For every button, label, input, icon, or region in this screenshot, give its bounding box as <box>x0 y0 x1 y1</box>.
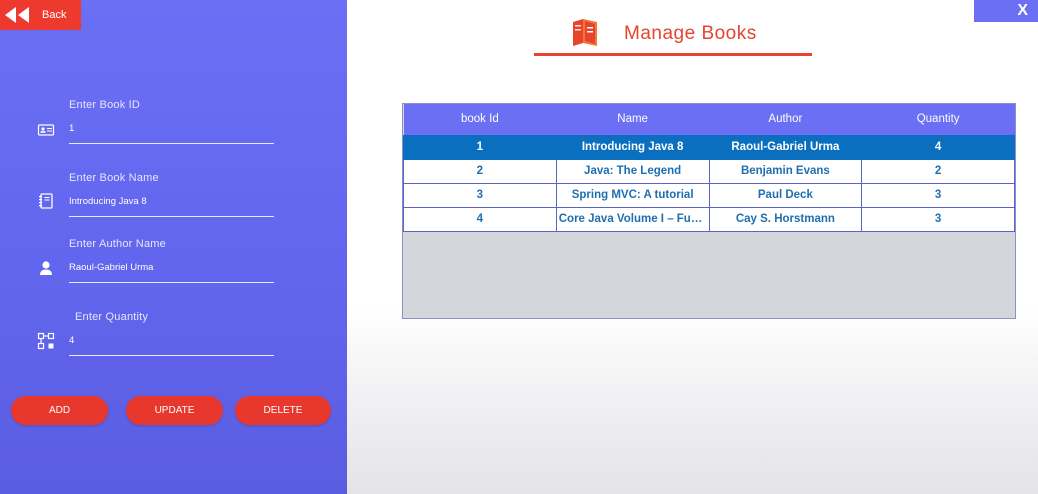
books-icon <box>573 19 597 46</box>
book-id-underline <box>69 143 274 144</box>
form-panel: Back Enter Book ID Enter Book Name <box>0 0 347 494</box>
author-name-underline <box>69 282 274 283</box>
cell-author: Benjamin Evans <box>708 158 863 184</box>
cell-name: Spring MVC: A tutorial <box>555 182 710 208</box>
cell-quantity: 3 <box>861 182 1015 208</box>
book-icon <box>39 193 53 209</box>
book-name-underline <box>69 216 274 217</box>
cell-book-id: 4 <box>403 206 557 232</box>
column-header-quantity[interactable]: Quantity <box>861 104 1015 135</box>
person-icon <box>40 261 52 275</box>
cell-quantity: 2 <box>861 158 1015 184</box>
cell-book-id: 3 <box>403 182 557 208</box>
table-row[interactable]: 2 Java: The Legend Benjamin Evans 2 <box>403 158 1015 184</box>
cell-name: Core Java Volume I – Fun... <box>555 206 710 232</box>
title-underline <box>534 53 812 56</box>
quantity-icon <box>37 332 55 350</box>
column-header-author[interactable]: Author <box>709 104 862 135</box>
cell-quantity: 3 <box>861 206 1015 232</box>
back-button[interactable]: Back <box>0 0 81 30</box>
quantity-input[interactable] <box>69 330 274 350</box>
book-id-input[interactable] <box>69 118 274 138</box>
close-button[interactable]: X <box>974 0 1038 22</box>
author-name-label: Enter Author Name <box>69 238 166 250</box>
page-title: Manage Books <box>624 23 757 44</box>
book-name-label: Enter Book Name <box>69 172 159 184</box>
table-header-row: book Id Name Author Quantity <box>403 104 1015 135</box>
column-header-book-id[interactable]: book Id <box>403 104 557 135</box>
cell-name: Introducing Java 8 <box>555 134 710 160</box>
cell-author: Raoul-Gabriel Urma <box>708 134 863 160</box>
cell-author: Cay S. Horstmann <box>708 206 863 232</box>
rewind-icon <box>5 7 29 23</box>
cell-quantity: 4 <box>861 134 1015 160</box>
table-row[interactable]: 3 Spring MVC: A tutorial Paul Deck 3 <box>403 182 1015 208</box>
id-card-icon <box>37 124 55 136</box>
back-label: Back <box>42 9 67 21</box>
add-button[interactable]: ADD <box>11 396 108 425</box>
delete-button[interactable]: DELETE <box>235 396 331 425</box>
author-name-input[interactable] <box>69 257 274 277</box>
column-header-name[interactable]: Name <box>556 104 709 135</box>
table-row[interactable]: 1 Introducing Java 8 Raoul-Gabriel Urma … <box>403 134 1015 160</box>
table-row[interactable]: 4 Core Java Volume I – Fun... Cay S. Hor… <box>403 206 1015 232</box>
books-table: book Id Name Author Quantity 1 Introduci… <box>402 103 1016 319</box>
cell-book-id: 1 <box>403 134 557 160</box>
quantity-label: Enter Quantity <box>75 311 149 323</box>
cell-book-id: 2 <box>403 158 557 184</box>
quantity-underline <box>69 355 274 356</box>
cell-name: Java: The Legend <box>555 158 710 184</box>
book-name-input[interactable] <box>69 191 274 211</box>
update-button[interactable]: UPDATE <box>126 396 223 425</box>
cell-author: Paul Deck <box>708 182 863 208</box>
book-id-label: Enter Book ID <box>69 99 141 111</box>
